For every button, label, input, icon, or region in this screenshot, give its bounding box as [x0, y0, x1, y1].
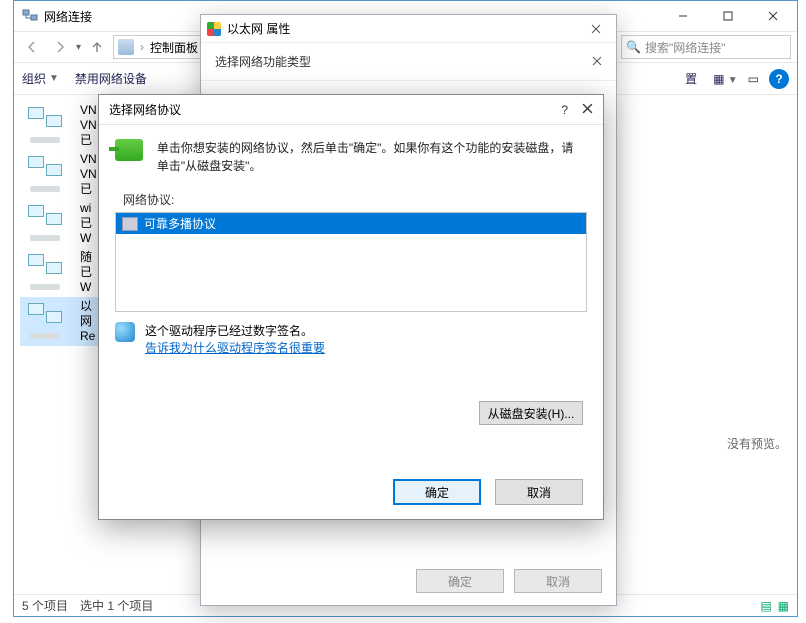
close-button[interactable]: [582, 103, 593, 117]
back-button[interactable]: [20, 35, 44, 59]
dialog-titlebar: 以太网 属性: [201, 15, 616, 43]
history-dropdown[interactable]: ▾: [76, 42, 81, 53]
install-from-disk-button[interactable]: 从磁盘安装(H)...: [479, 401, 583, 425]
up-button[interactable]: [85, 35, 109, 59]
minimize-button[interactable]: [660, 2, 705, 30]
search-placeholder: 搜索"网络连接": [645, 39, 726, 56]
dialog-title: 选择网络协议: [109, 101, 181, 118]
view-menu-icon[interactable]: ▦ ▼: [713, 72, 738, 86]
network-icon: [22, 7, 38, 26]
preview-pane-icon[interactable]: ▭: [748, 72, 759, 86]
protocol-icon: [122, 217, 138, 231]
group-label: 网络协议:: [115, 187, 587, 212]
maximize-button[interactable]: [705, 2, 750, 30]
adapter-icon: [24, 201, 74, 245]
item-count: 5 个项目: [22, 597, 68, 614]
protocol-list[interactable]: 可靠多播协议: [115, 212, 587, 312]
dialog-title: 以太网 属性: [227, 20, 290, 37]
selected-count: 选中 1 个项目: [80, 597, 153, 614]
window-title: 网络连接: [44, 8, 92, 25]
disable-device-button[interactable]: 禁用网络设备: [75, 70, 147, 87]
instruction-text: 单击你想安装的网络协议，然后单击"确定"。如果你有这个功能的安装磁盘，请单击"从…: [157, 139, 583, 175]
cancel-button[interactable]: 取消: [495, 479, 583, 505]
signed-text: 这个驱动程序已经过数字签名。: [145, 322, 325, 339]
help-icon[interactable]: ?: [769, 69, 789, 89]
select-protocol-dialog: 选择网络协议 ? 单击你想安装的网络协议，然后单击"确定"。如果你有这个功能的安…: [98, 94, 604, 520]
ok-button[interactable]: 确定: [416, 569, 504, 593]
forward-button[interactable]: [48, 35, 72, 59]
section-header: 选择网络功能类型: [201, 43, 616, 81]
preview-pane-text: 没有预览。: [727, 435, 787, 452]
why-signing-link[interactable]: 告诉我为什么驱动程序签名很重要: [145, 341, 325, 355]
cancel-button[interactable]: 取消: [514, 569, 602, 593]
protocol-item[interactable]: 可靠多播协议: [116, 213, 586, 234]
shield-icon: [207, 22, 221, 36]
instruction-block: 单击你想安装的网络协议，然后单击"确定"。如果你有这个功能的安装磁盘，请单击"从…: [99, 125, 603, 187]
close-button[interactable]: [582, 19, 610, 39]
diagnose-button[interactable]: 置: [685, 70, 697, 87]
help-button[interactable]: ?: [561, 103, 568, 117]
protocol-name: 可靠多播协议: [144, 215, 216, 232]
search-input[interactable]: 🔍 搜索"网络连接": [621, 35, 791, 59]
adapter-icon: [24, 152, 74, 196]
icons-view-icon[interactable]: ▦: [778, 599, 789, 613]
signature-info: 这个驱动程序已经过数字签名。 告诉我为什么驱动程序签名很重要: [99, 312, 603, 360]
adapter-icon: [24, 250, 74, 294]
shield-icon: [115, 322, 135, 342]
close-button[interactable]: [592, 55, 602, 69]
ok-button[interactable]: 确定: [393, 479, 481, 505]
folder-icon: [118, 39, 134, 55]
close-button[interactable]: [750, 2, 795, 30]
organize-menu[interactable]: 组织▼: [22, 70, 59, 87]
breadcrumb-text: 控制面板: [150, 39, 198, 56]
search-icon: 🔍: [626, 40, 641, 54]
network-adapter-icon: [115, 139, 143, 161]
details-view-icon[interactable]: ▤: [760, 599, 771, 613]
adapter-icon: [24, 299, 74, 343]
adapter-icon: [24, 103, 74, 147]
dialog-titlebar: 选择网络协议 ?: [99, 95, 603, 125]
